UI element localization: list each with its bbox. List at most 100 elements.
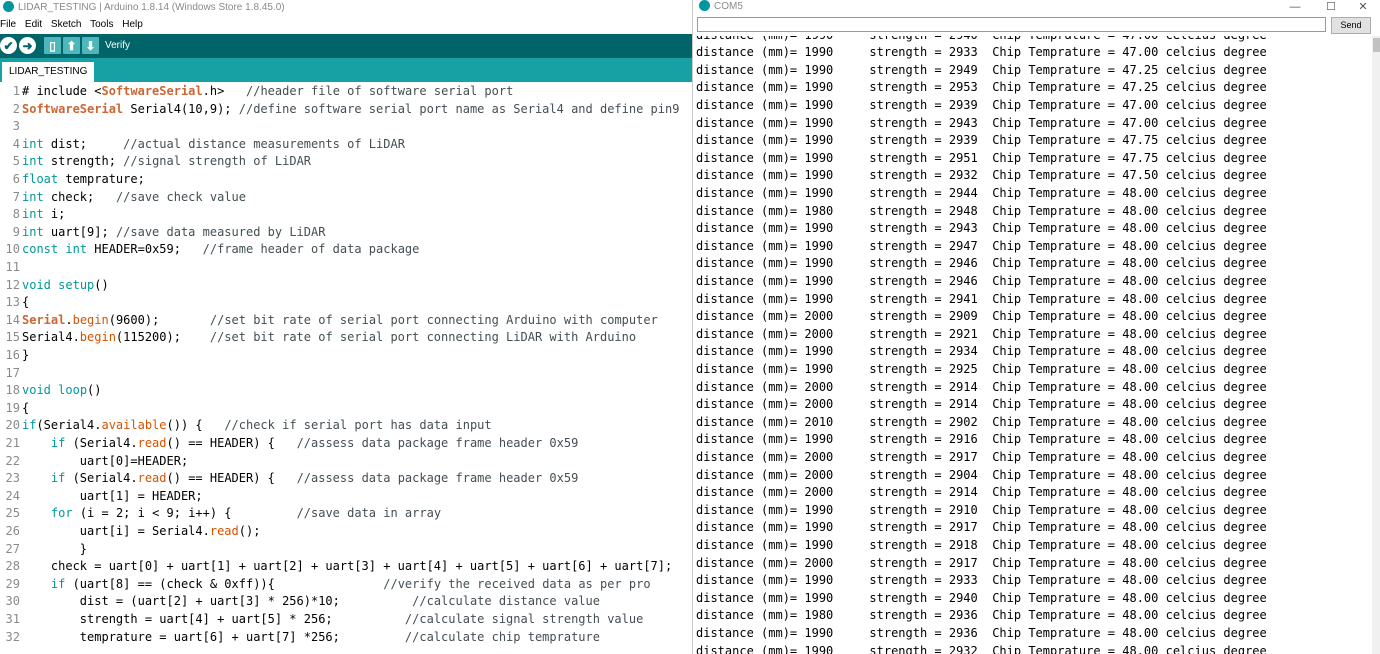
serial-output-line: distance (mm)= 2000 strength = 2917 Chip… xyxy=(696,555,1267,570)
send-button[interactable]: Send xyxy=(1331,17,1371,34)
close-icon[interactable]: ✕ xyxy=(1345,0,1380,14)
arrow-up-icon: ⬆ xyxy=(66,38,77,53)
serial-output-line: distance (mm)= 1980 strength = 2948 Chip… xyxy=(696,203,1267,218)
code-line: 22 uart[0]=HEADER; xyxy=(0,453,189,471)
code-text: check = uart[0] + uart[1] + uart[2] + ua… xyxy=(22,559,673,574)
code-text: int strength; //signal strength of LiDAR xyxy=(22,154,312,169)
line-number: 13 xyxy=(5,295,20,310)
serial-output-line: distance (mm)= 1990 strength = 2933 Chip… xyxy=(696,573,1267,588)
code-text: } xyxy=(22,541,88,556)
serial-output-line: distance (mm)= 2000 strength = 2904 Chip… xyxy=(696,467,1267,482)
serial-output-line: distance (mm)= 1990 strength = 2953 Chip… xyxy=(696,80,1267,95)
serial-output-line: distance (mm)= 1990 strength = 2943 Chip… xyxy=(696,221,1267,236)
code-line: 3 xyxy=(0,118,22,136)
code-text: int check; //save check value xyxy=(22,189,246,204)
serial-output-line: distance (mm)= 1990 strength = 2932 Chip… xyxy=(696,643,1267,654)
serial-output-line: distance (mm)= 1990 strength = 2910 Chip… xyxy=(696,502,1267,517)
line-number: 20 xyxy=(5,418,20,433)
line-number: 11 xyxy=(5,260,20,274)
menu-file[interactable]: File xyxy=(0,19,16,30)
menu-sketch[interactable]: Sketch xyxy=(51,19,82,30)
code-text: for (i = 2; i < 9; i++) { //save data in… xyxy=(50,506,442,521)
code-text: if (uart[8] == (check & 0xff)){ //verify… xyxy=(50,576,651,591)
line-number: 18 xyxy=(5,383,20,398)
serial-output-line: distance (mm)= 1990 strength = 2944 Chip… xyxy=(696,185,1267,200)
serial-output-line: distance (mm)= 1990 strength = 2918 Chip… xyxy=(696,537,1267,552)
code-text: uart[1] = HEADER; xyxy=(22,488,203,503)
new-button[interactable]: ▯ xyxy=(44,37,61,54)
serial-output-line: distance (mm)= 2010 strength = 2902 Chip… xyxy=(696,414,1267,429)
checkmark-icon: ✔ xyxy=(3,38,14,53)
line-number: 19 xyxy=(5,400,20,415)
serial-output-line: distance (mm)= 1990 strength = 2916 Chip… xyxy=(696,432,1267,447)
arduino-logo-icon xyxy=(699,0,710,11)
code-line: 14 Serial.begin(9600); //set bit rate of … xyxy=(0,312,658,330)
menu-tools[interactable]: Tools xyxy=(90,19,113,30)
line-number: 27 xyxy=(5,541,20,556)
serial-output-line: distance (mm)= 1990 strength = 2949 Chip… xyxy=(696,62,1267,77)
code-line: 21 if (Serial4.read() == HEADER) { //ass… xyxy=(0,435,579,453)
menu-edit[interactable]: Edit xyxy=(25,19,42,30)
serial-window-title: COM5 xyxy=(714,1,743,12)
code-text: dist = (uart[2] + uart[3] * 256)*10; //c… xyxy=(22,594,600,609)
scrollbar-thumb[interactable] xyxy=(1373,38,1380,52)
serial-output-line: distance (mm)= 1990 strength = 2939 Chip… xyxy=(696,133,1267,148)
line-number: 16 xyxy=(5,348,20,362)
tab-lidar-testing[interactable]: LIDAR_TESTING xyxy=(2,62,95,82)
verify-button[interactable]: ✔ xyxy=(0,37,17,54)
save-button[interactable]: ⬇ xyxy=(82,37,99,54)
line-number: 28 xyxy=(5,559,20,574)
line-number: 6 xyxy=(12,172,20,186)
code-line: 30 dist = (uart[2] + uart[3] * 256)*10; … xyxy=(0,593,600,611)
line-number: 24 xyxy=(5,488,20,503)
serial-output-line: distance (mm)= 2000 strength = 2914 Chip… xyxy=(696,397,1267,412)
code-text: uart[i] = Serial4.read(); xyxy=(22,524,261,538)
code-line: 19{ xyxy=(0,400,30,418)
line-number: 25 xyxy=(5,506,20,521)
code-text: uart[0]=HEADER; xyxy=(22,453,189,468)
code-text: Serial.begin(9600); //set bit rate of se… xyxy=(22,312,658,327)
line-number: 21 xyxy=(5,436,20,450)
code-editor[interactable]: 1 # include <SoftwareSerial.h> //header f… xyxy=(0,83,692,654)
line-number: 30 xyxy=(5,594,20,609)
upload-button[interactable]: ➜ xyxy=(19,37,36,54)
line-number: 4 xyxy=(12,136,20,151)
code-text: int i; xyxy=(22,207,66,222)
arduino-logo-icon xyxy=(3,0,14,12)
code-line: 1 # include <SoftwareSerial.h> //header f… xyxy=(0,83,514,101)
code-text: void loop() xyxy=(22,383,102,398)
code-line: 7 int check; //save check value xyxy=(0,189,246,207)
serial-output-line: distance (mm)= 1980 strength = 2936 Chip… xyxy=(696,608,1267,623)
code-text: if (Serial4.read() == HEADER) { //assess… xyxy=(50,471,579,486)
code-line: 10 const int HEADER=0x59; //frame header … xyxy=(0,241,420,259)
maximize-icon[interactable]: ☐ xyxy=(1313,0,1349,14)
menu-help[interactable]: Help xyxy=(122,19,143,30)
open-button[interactable]: ⬆ xyxy=(63,37,80,54)
arduino-ide-window: LIDAR_TESTING | Arduino 1.8.14 (Windows … xyxy=(0,0,692,654)
serial-output-line: distance (mm)= 1990 strength = 2925 Chip… xyxy=(696,361,1267,376)
code-line: 23 if (Serial4.read() == HEADER) { //ass… xyxy=(0,470,579,488)
code-line: 28 check = uart[0] + uart[1] + uart[2] +… xyxy=(0,558,673,576)
line-number: 23 xyxy=(5,471,20,486)
code-line: 6 float temprature; xyxy=(0,171,145,189)
line-number: 2 xyxy=(12,101,20,116)
code-text: int uart[9]; //save data measured by LiD… xyxy=(22,224,326,239)
serial-send-input[interactable] xyxy=(697,17,1326,32)
serial-output-line: distance (mm)= 2000 strength = 2914 Chip… xyxy=(696,485,1267,500)
arrow-down-icon: ⬇ xyxy=(85,38,96,53)
serial-output-line: distance (mm)= 1990 strength = 2943 Chip… xyxy=(696,115,1267,130)
code-line: 12 void setup() xyxy=(0,277,109,295)
ide-toolbar: ✔ ➜ ▯ ⬆ ⬇ Verify xyxy=(0,34,692,58)
line-number: 9 xyxy=(12,224,20,239)
serial-scrollbar[interactable] xyxy=(1372,36,1380,654)
serial-output-line: distance (mm)= 1990 strength = 2940 Chip… xyxy=(696,590,1267,605)
serial-output-line: distance (mm)= 1990 strength = 2936 Chip… xyxy=(696,625,1267,640)
code-line: 20 if(Serial4.available()) { //check if s… xyxy=(0,417,492,435)
minimize-icon[interactable]: — xyxy=(1277,0,1313,14)
code-text: if (Serial4.read() == HEADER) { //assess… xyxy=(50,436,579,450)
code-line: 15 Serial4.begin(115200); //set bit rate … xyxy=(0,329,637,347)
toolbar-tooltip-label: Verify xyxy=(105,40,131,51)
serial-output-line: distance (mm)= 1990 strength = 2934 Chip… xyxy=(696,344,1267,359)
new-file-icon: ▯ xyxy=(49,38,56,53)
serial-output-line: distance (mm)= 1990 strength = 2941 Chip… xyxy=(696,291,1267,306)
